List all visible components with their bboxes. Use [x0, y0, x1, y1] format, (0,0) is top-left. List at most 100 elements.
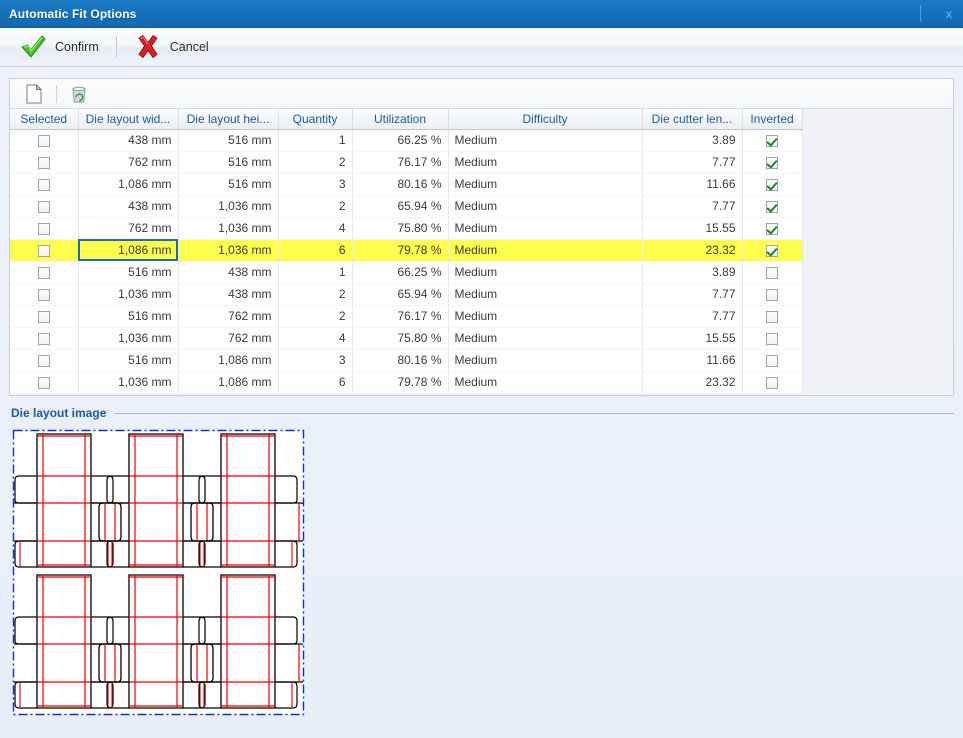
- cell-layout-height[interactable]: 516 mm: [178, 151, 279, 174]
- cell-cutter-length[interactable]: 7.77: [642, 305, 743, 328]
- table-row[interactable]: 516 mm 438 mm 1 66.25 % Medium 3.89: [10, 261, 803, 284]
- cell-cutter-length[interactable]: 3.89: [642, 261, 743, 284]
- inverted-checkbox[interactable]: [766, 244, 778, 257]
- table-row[interactable]: 762 mm 516 mm 2 76.17 % Medium 7.77: [10, 151, 803, 174]
- cell-layout-height[interactable]: 762 mm: [178, 327, 279, 350]
- inverted-checkbox[interactable]: [766, 332, 778, 345]
- selected-checkbox[interactable]: [37, 244, 50, 257]
- recycle-bin-icon[interactable]: [65, 81, 93, 107]
- cell-difficulty[interactable]: Medium: [448, 261, 643, 284]
- inverted-checkbox[interactable]: [766, 134, 778, 147]
- table-row[interactable]: 1,086 mm 516 mm 3 80.16 % Medium 11.66: [10, 173, 803, 196]
- cell-layout-width[interactable]: 1,036 mm: [78, 327, 179, 350]
- column-header-selected[interactable]: Selected: [10, 109, 79, 130]
- cell-layout-height[interactable]: 516 mm: [178, 129, 279, 152]
- table-row[interactable]: 438 mm 1,036 mm 2 65.94 % Medium 7.77: [10, 195, 803, 218]
- cell-quantity[interactable]: 1: [278, 261, 353, 284]
- cell-quantity[interactable]: 4: [278, 327, 353, 350]
- cell-layout-height[interactable]: 1,036 mm: [178, 239, 279, 262]
- cell-layout-width[interactable]: 1,086 mm: [78, 173, 179, 196]
- selected-checkbox[interactable]: [37, 332, 50, 345]
- table-row[interactable]: 762 mm 1,036 mm 4 75.80 % Medium 15.55: [10, 217, 803, 240]
- cell-utilization[interactable]: 79.78 %: [352, 371, 449, 394]
- cell-quantity[interactable]: 3: [278, 349, 353, 372]
- cell-layout-height[interactable]: 1,086 mm: [178, 349, 279, 372]
- cell-selected[interactable]: [10, 129, 79, 152]
- column-header-inverted[interactable]: Inverted: [742, 109, 803, 130]
- cell-quantity[interactable]: 6: [278, 371, 353, 394]
- cell-layout-height[interactable]: 438 mm: [178, 261, 279, 284]
- cell-cutter-length[interactable]: 7.77: [642, 195, 743, 218]
- cell-layout-width[interactable]: 1,036 mm: [78, 283, 179, 306]
- cell-utilization[interactable]: 66.25 %: [352, 129, 449, 152]
- cell-utilization[interactable]: 66.25 %: [352, 261, 449, 284]
- cell-inverted[interactable]: [742, 217, 803, 240]
- cell-layout-height[interactable]: 1,036 mm: [178, 217, 279, 240]
- cell-layout-width[interactable]: 762 mm: [78, 151, 179, 174]
- cell-cutter-length[interactable]: 15.55: [642, 217, 743, 240]
- cell-selected[interactable]: [10, 195, 79, 218]
- table-row[interactable]: 1,036 mm 762 mm 4 75.80 % Medium 15.55: [10, 327, 803, 350]
- cell-layout-height[interactable]: 438 mm: [178, 283, 279, 306]
- inverted-checkbox[interactable]: [766, 354, 778, 367]
- cell-quantity[interactable]: 6: [278, 239, 353, 262]
- cell-inverted[interactable]: [742, 327, 803, 350]
- cancel-button[interactable]: Cancel: [125, 31, 218, 63]
- inverted-checkbox[interactable]: [766, 222, 778, 235]
- column-header-utilization[interactable]: Utilization: [352, 109, 449, 130]
- cell-selected[interactable]: [10, 305, 79, 328]
- column-header-difficulty[interactable]: Difficulty: [448, 109, 643, 130]
- selected-checkbox[interactable]: [37, 310, 50, 323]
- cell-layout-height[interactable]: 516 mm: [178, 173, 279, 196]
- cell-cutter-length[interactable]: 7.77: [642, 151, 743, 174]
- cell-utilization[interactable]: 76.17 %: [352, 151, 449, 174]
- cell-layout-width[interactable]: 1,086 mm: [78, 239, 179, 262]
- cell-layout-height[interactable]: 1,086 mm: [178, 371, 279, 394]
- cell-layout-height[interactable]: 1,036 mm: [178, 195, 279, 218]
- cell-inverted[interactable]: [742, 371, 803, 394]
- cell-selected[interactable]: [10, 327, 79, 350]
- cell-utilization[interactable]: 65.94 %: [352, 195, 449, 218]
- cell-quantity[interactable]: 2: [278, 305, 353, 328]
- table-row[interactable]: 516 mm 762 mm 2 76.17 % Medium 7.77: [10, 305, 803, 328]
- cell-utilization[interactable]: 76.17 %: [352, 305, 449, 328]
- selected-checkbox[interactable]: [37, 178, 50, 191]
- cell-quantity[interactable]: 1: [278, 129, 353, 152]
- cell-quantity[interactable]: 3: [278, 173, 353, 196]
- cell-inverted[interactable]: [742, 129, 803, 152]
- cell-difficulty[interactable]: Medium: [448, 283, 643, 306]
- cell-difficulty[interactable]: Medium: [448, 349, 643, 372]
- selected-checkbox[interactable]: [37, 266, 50, 279]
- cell-selected[interactable]: [10, 173, 79, 196]
- close-icon[interactable]: x: [935, 0, 963, 27]
- inverted-checkbox[interactable]: [766, 266, 778, 279]
- cell-cutter-length[interactable]: 15.55: [642, 327, 743, 350]
- inverted-checkbox[interactable]: [766, 156, 778, 169]
- cell-utilization[interactable]: 65.94 %: [352, 283, 449, 306]
- cell-difficulty[interactable]: Medium: [448, 239, 643, 262]
- cell-quantity[interactable]: 2: [278, 283, 353, 306]
- new-document-icon[interactable]: [20, 81, 48, 107]
- selected-checkbox[interactable]: [37, 376, 50, 389]
- cell-selected[interactable]: [10, 217, 79, 240]
- cell-inverted[interactable]: [742, 349, 803, 372]
- cell-difficulty[interactable]: Medium: [448, 151, 643, 174]
- cell-utilization[interactable]: 75.80 %: [352, 327, 449, 350]
- inverted-checkbox[interactable]: [766, 200, 778, 213]
- cell-layout-width[interactable]: 438 mm: [78, 195, 179, 218]
- cell-layout-width[interactable]: 516 mm: [78, 261, 179, 284]
- cell-layout-height[interactable]: 762 mm: [178, 305, 279, 328]
- inverted-checkbox[interactable]: [766, 376, 778, 389]
- cell-utilization[interactable]: 79.78 %: [352, 239, 449, 262]
- cell-quantity[interactable]: 2: [278, 195, 353, 218]
- inverted-checkbox[interactable]: [766, 178, 778, 191]
- confirm-button[interactable]: Confirm: [10, 31, 108, 63]
- cell-difficulty[interactable]: Medium: [448, 327, 643, 350]
- cell-difficulty[interactable]: Medium: [448, 217, 643, 240]
- cell-utilization[interactable]: 75.80 %: [352, 217, 449, 240]
- selected-checkbox[interactable]: [37, 354, 50, 367]
- cell-layout-width[interactable]: 1,036 mm: [78, 371, 179, 394]
- die-layout-diagram[interactable]: [11, 428, 307, 718]
- column-header-quantity[interactable]: Quantity: [278, 109, 353, 130]
- cell-cutter-length[interactable]: 23.32: [642, 371, 743, 394]
